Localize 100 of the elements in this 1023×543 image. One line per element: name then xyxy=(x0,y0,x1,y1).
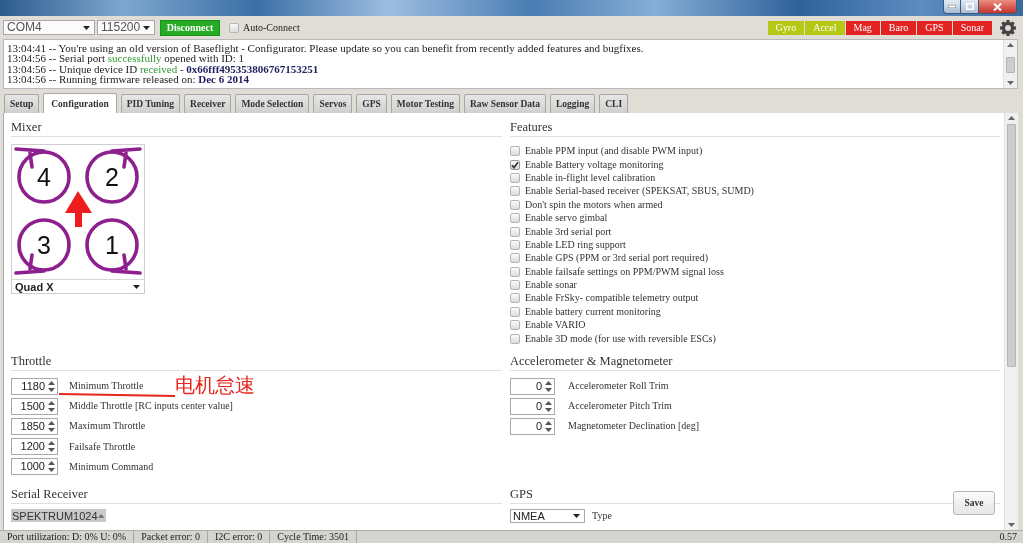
spinner-icon xyxy=(545,400,552,412)
baud-rate-select[interactable]: 115200 xyxy=(97,20,155,35)
feature-label: Enable FrSky- compatible telemetry output xyxy=(525,292,699,305)
motor-rotor: 2 xyxy=(85,147,142,204)
checkbox[interactable] xyxy=(510,306,520,317)
number-field[interactable]: 1180 xyxy=(11,377,58,395)
caret-up-icon xyxy=(1008,116,1015,120)
sensor-indicator: Gyro xyxy=(767,20,805,35)
log-line: 13:04:56 -- Serial port successfully opened with ID: 1 xyxy=(7,53,245,64)
status-text: Port utilization: D: 0% U: 0% xyxy=(0,531,135,543)
minimize-icon xyxy=(948,5,956,8)
scrollbar[interactable] xyxy=(1004,113,1018,530)
spinner-icon xyxy=(545,380,552,392)
spinner-icon xyxy=(48,420,55,432)
checkmark-icon xyxy=(511,160,519,169)
feature-label: Enable in-flight level calibration xyxy=(525,171,656,184)
checkbox[interactable] xyxy=(510,172,520,183)
number-field[interactable]: 1200 xyxy=(11,438,58,456)
section-title: Features xyxy=(510,120,553,134)
tab[interactable]: PID Tuning xyxy=(120,94,181,113)
checkbox[interactable] xyxy=(510,146,520,157)
receiver-list[interactable]: SPEKTRUM1024 xyxy=(11,509,106,522)
minimize-button[interactable] xyxy=(943,0,961,14)
checkbox[interactable] xyxy=(510,253,520,264)
tab[interactable]: GPS xyxy=(356,94,387,113)
checkbox[interactable] xyxy=(229,22,239,33)
caret-icon xyxy=(133,284,140,289)
sensor-indicator: Sonar xyxy=(952,20,992,35)
number-field[interactable]: 1850 xyxy=(11,417,58,435)
forward-arrow-icon xyxy=(65,191,92,227)
caret-icon xyxy=(143,25,150,30)
checkbox[interactable] xyxy=(510,266,520,277)
field-label: Accelerometer Roll Trim xyxy=(568,380,669,393)
feature-label: Enable battery current monitoring xyxy=(525,305,661,318)
checkbox[interactable] xyxy=(510,280,520,291)
tab[interactable]: CLI xyxy=(599,94,629,113)
tab[interactable]: Configuration xyxy=(43,93,117,113)
number-field[interactable]: 1500 xyxy=(11,397,58,415)
section-title: Accelerometer & Magnetometer xyxy=(510,354,673,368)
motor-rotor: 3 xyxy=(14,218,71,275)
checkbox[interactable] xyxy=(510,226,520,237)
close-button[interactable] xyxy=(979,0,1017,14)
status-text: I2C error: 0 xyxy=(208,531,271,543)
tab[interactable]: Mode Selection xyxy=(235,94,310,113)
annotation-text: 电机怠速 xyxy=(175,374,255,396)
number-field[interactable]: 0 xyxy=(510,377,555,395)
section-title: Mixer xyxy=(11,120,42,134)
sensor-indicator: Accel xyxy=(805,20,845,35)
checkbox-label: Auto-Connect xyxy=(243,21,300,34)
checkbox[interactable] xyxy=(510,239,520,250)
checkbox[interactable] xyxy=(510,199,520,210)
checkbox[interactable] xyxy=(510,320,520,331)
number-field[interactable]: 0 xyxy=(510,417,555,435)
section-title: GPS xyxy=(510,487,533,501)
caret-icon xyxy=(83,25,90,30)
port-select[interactable]: COM4 xyxy=(3,20,95,35)
feature-label: Enable LED ring support xyxy=(525,238,626,251)
settings-icon[interactable] xyxy=(1000,19,1016,36)
feature-label: Enable sonar xyxy=(525,279,577,292)
feature-label: Enable Serial-based receiver (SPEKSAT, SBUS, SUMD) xyxy=(525,185,754,198)
tab[interactable]: Servos xyxy=(313,94,353,113)
number-field[interactable]: 0 xyxy=(510,397,555,415)
scrollbar[interactable] xyxy=(1003,40,1017,88)
checkbox[interactable] xyxy=(510,186,520,197)
tab[interactable]: Motor Testing xyxy=(390,94,460,113)
mixer-type-select[interactable]: Quad X xyxy=(12,279,144,293)
checkbox[interactable] xyxy=(510,213,520,224)
status-text: Packet error: 0 xyxy=(134,531,209,543)
scrollbar-thumb[interactable] xyxy=(1007,124,1016,367)
maximize-button[interactable] xyxy=(961,0,979,14)
tab[interactable]: Logging xyxy=(549,94,596,113)
number-field[interactable]: 1000 xyxy=(11,458,58,476)
field-label: Minimum Throttle xyxy=(69,380,144,393)
motor-rotor: 4 xyxy=(14,147,71,204)
tab[interactable]: Setup xyxy=(4,94,40,113)
field-label: Magnetometer Declination [deg] xyxy=(568,420,700,433)
field-label: Type xyxy=(592,510,612,522)
checkbox[interactable] xyxy=(510,159,520,170)
feature-label: Enable 3D mode (for use with reversible ESCs) xyxy=(525,332,716,345)
checkbox[interactable] xyxy=(510,293,520,304)
log-line: 13:04:56 -- Running firmware released on: Dec 6 2014 xyxy=(7,74,249,85)
checkbox[interactable] xyxy=(510,333,520,344)
spinner-icon xyxy=(48,441,55,453)
feature-label: Enable GPS (PPM or 3rd serial port required) xyxy=(525,252,709,265)
tab[interactable]: Receiver xyxy=(184,94,232,113)
field-label: Middle Throttle [RC inputs center value] xyxy=(69,400,233,413)
maximize-icon xyxy=(965,3,974,10)
field-label: Minimum Command xyxy=(69,460,154,473)
status-text: Cycle Time: 3501 xyxy=(270,531,357,543)
spinner-icon xyxy=(48,400,55,412)
caret-icon xyxy=(1007,81,1014,85)
caret-icon xyxy=(1008,523,1015,527)
feature-label: Don't spin the motors when armed xyxy=(525,198,663,211)
tab[interactable]: Raw Sensor Data xyxy=(463,94,546,113)
field-label: Accelerometer Pitch Trim xyxy=(568,400,672,413)
save-button[interactable]: Save xyxy=(953,491,995,515)
gps-protocol-select[interactable]: NMEA xyxy=(510,509,585,523)
field-label: Failsafe Throttle xyxy=(69,440,136,453)
scrollbar-thumb[interactable] xyxy=(1006,57,1015,73)
spinner-icon xyxy=(48,380,55,392)
